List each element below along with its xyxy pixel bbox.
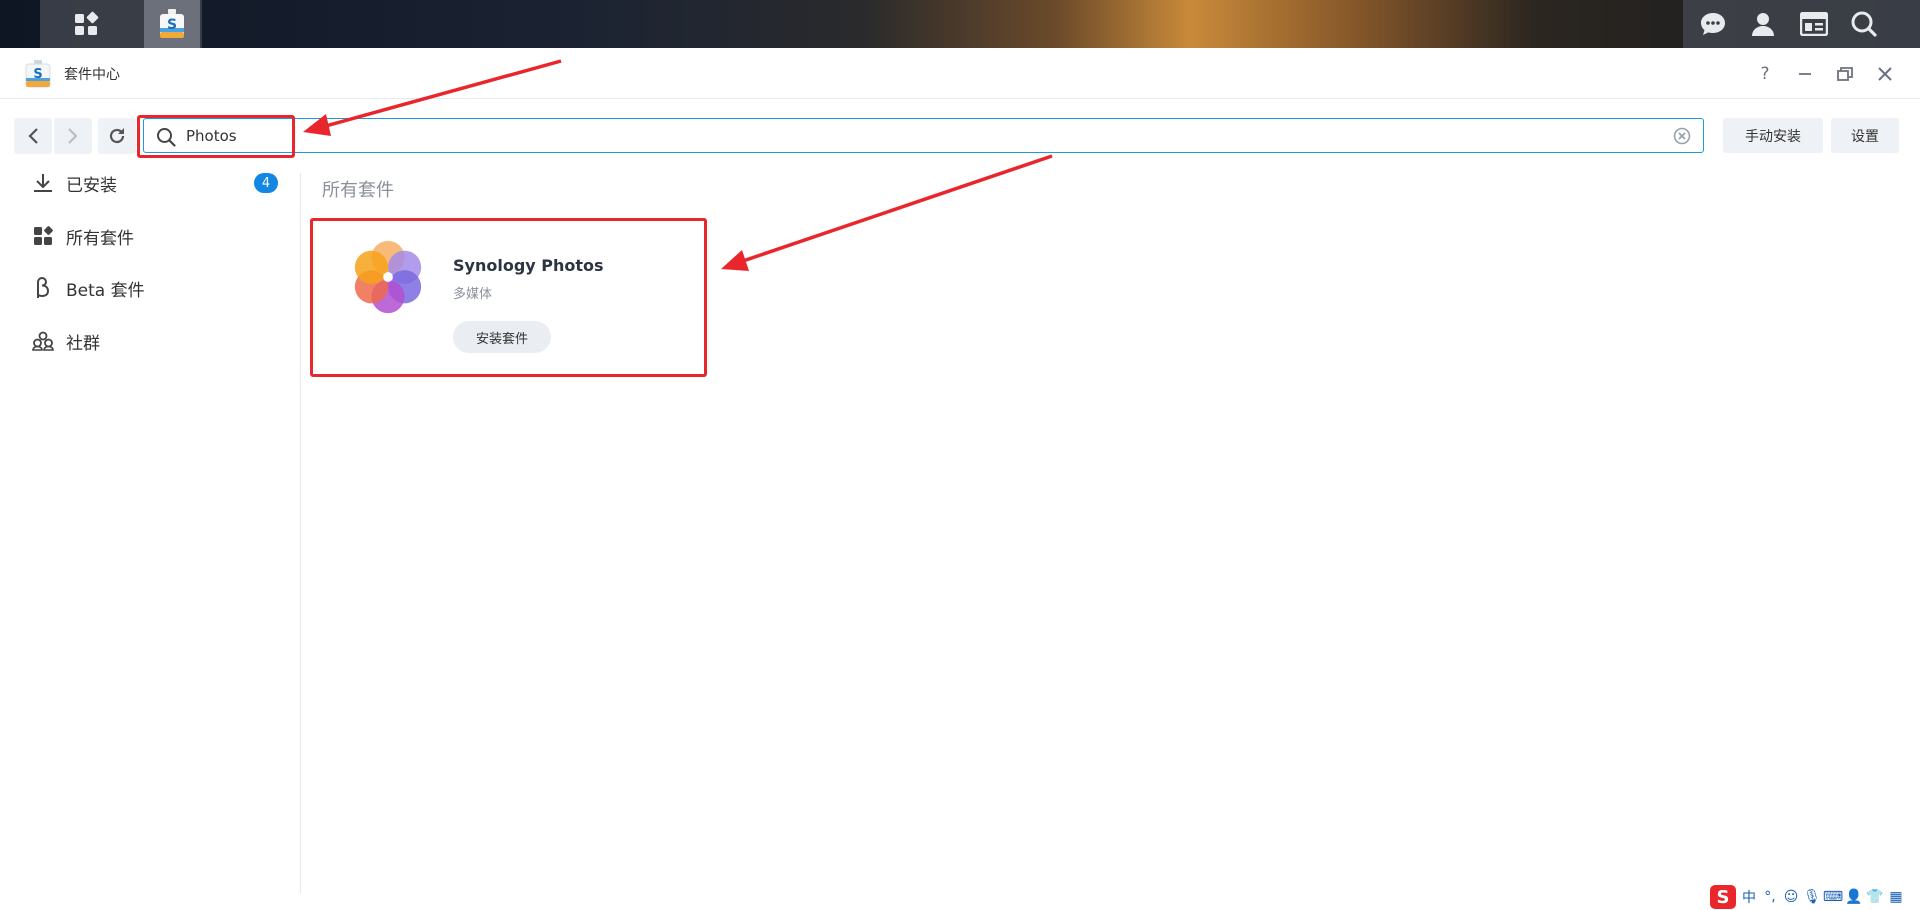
sidebar-item-label: 社群 bbox=[66, 333, 100, 354]
sogou-logo[interactable]: S bbox=[1710, 885, 1736, 909]
section-title: 所有套件 bbox=[322, 180, 394, 201]
clear-search-icon[interactable] bbox=[1673, 127, 1691, 145]
skin-icon[interactable]: 👕 bbox=[1866, 889, 1883, 905]
window-title: 套件中心 bbox=[64, 67, 120, 83]
taskbar-right-group bbox=[1683, 0, 1920, 48]
package-card-synology-photos[interactable]: Synology Photos 多媒体 安装套件 bbox=[310, 218, 707, 377]
sidebar: 已安装 4 所有套件 Beta 套件 社群 bbox=[0, 173, 301, 893]
keyboard-icon[interactable]: ⌨ bbox=[1823, 889, 1843, 905]
download-icon bbox=[34, 174, 52, 192]
chevron-right-icon bbox=[68, 128, 78, 144]
grid-icon bbox=[34, 226, 53, 245]
svg-text:S: S bbox=[167, 17, 177, 33]
sidebar-item-installed[interactable]: 已安装 4 bbox=[20, 163, 288, 203]
package-center-window: S 套件中心 ? Photos 手动安装 设置 已安装 4 所有套件 Beta … bbox=[0, 49, 1920, 910]
restore-button[interactable] bbox=[1832, 61, 1858, 87]
minimize-icon bbox=[1799, 73, 1811, 75]
emoji-icon[interactable]: ☺ bbox=[1783, 889, 1799, 905]
user-icon[interactable]: 👤 bbox=[1845, 889, 1862, 905]
synology-photos-app-icon bbox=[354, 240, 422, 314]
search-input[interactable] bbox=[186, 123, 1626, 149]
close-button[interactable] bbox=[1872, 61, 1898, 87]
taskbar-left-group: S bbox=[40, 0, 202, 48]
sidebar-item-label: 所有套件 bbox=[66, 228, 134, 249]
toolbox-icon[interactable]: ▦ bbox=[1888, 889, 1904, 905]
refresh-button[interactable] bbox=[98, 118, 136, 154]
sidebar-item-community[interactable]: 社群 bbox=[20, 321, 288, 361]
forward-button[interactable] bbox=[54, 118, 92, 154]
main-menu-button[interactable] bbox=[58, 0, 114, 48]
user-icon bbox=[1752, 13, 1774, 36]
refresh-icon bbox=[109, 128, 125, 144]
help-button[interactable]: ? bbox=[1752, 61, 1778, 87]
manual-install-button[interactable]: 手动安装 bbox=[1723, 118, 1823, 153]
taskbar: S bbox=[0, 0, 1920, 48]
settings-button[interactable]: 设置 bbox=[1831, 118, 1899, 153]
beta-icon bbox=[37, 277, 50, 298]
package-name: Synology Photos bbox=[453, 256, 604, 275]
search-icon bbox=[1851, 11, 1877, 37]
ime-punctuation-toggle[interactable]: °, bbox=[1762, 889, 1778, 905]
global-search-button[interactable] bbox=[1836, 0, 1892, 48]
chat-icon bbox=[1701, 13, 1725, 35]
sidebar-item-all-packages[interactable]: 所有套件 bbox=[20, 216, 288, 256]
sidebar-item-label: 已安装 bbox=[66, 175, 117, 196]
annotation-search-highlight bbox=[137, 115, 295, 158]
chat-button[interactable] bbox=[1685, 0, 1741, 48]
ime-toolbar: S 中 °, ☺ 🎙 ⌨ 👤 👕 ▦ bbox=[1710, 884, 1920, 910]
window-titlebar[interactable]: S 套件中心 ? bbox=[0, 49, 1920, 99]
ime-language-toggle[interactable]: 中 bbox=[1741, 887, 1757, 907]
sidebar-item-beta[interactable]: Beta 套件 bbox=[20, 268, 288, 308]
sidebar-item-label: Beta 套件 bbox=[66, 280, 145, 301]
widgets-button[interactable] bbox=[1786, 0, 1842, 48]
back-button[interactable] bbox=[14, 118, 52, 154]
installed-count-badge: 4 bbox=[254, 173, 278, 193]
restore-icon bbox=[1837, 67, 1853, 81]
close-icon bbox=[1878, 67, 1892, 81]
user-button[interactable] bbox=[1735, 0, 1791, 48]
install-package-button[interactable]: 安装套件 bbox=[453, 321, 551, 353]
main-menu-icon bbox=[75, 11, 99, 35]
package-center-app-icon: S bbox=[25, 60, 51, 88]
package-category: 多媒体 bbox=[453, 287, 493, 302]
package-center-taskbar-icon: S bbox=[160, 9, 184, 38]
widgets-icon bbox=[1800, 12, 1828, 36]
chevron-left-icon bbox=[28, 128, 38, 144]
package-center-taskbar-button[interactable]: S bbox=[144, 0, 200, 48]
svg-text:S: S bbox=[33, 67, 42, 82]
community-icon bbox=[32, 331, 54, 351]
package-search-box[interactable] bbox=[143, 118, 1704, 153]
microphone-icon[interactable]: 🎙 bbox=[1803, 889, 1821, 905]
minimize-button[interactable] bbox=[1792, 61, 1818, 87]
